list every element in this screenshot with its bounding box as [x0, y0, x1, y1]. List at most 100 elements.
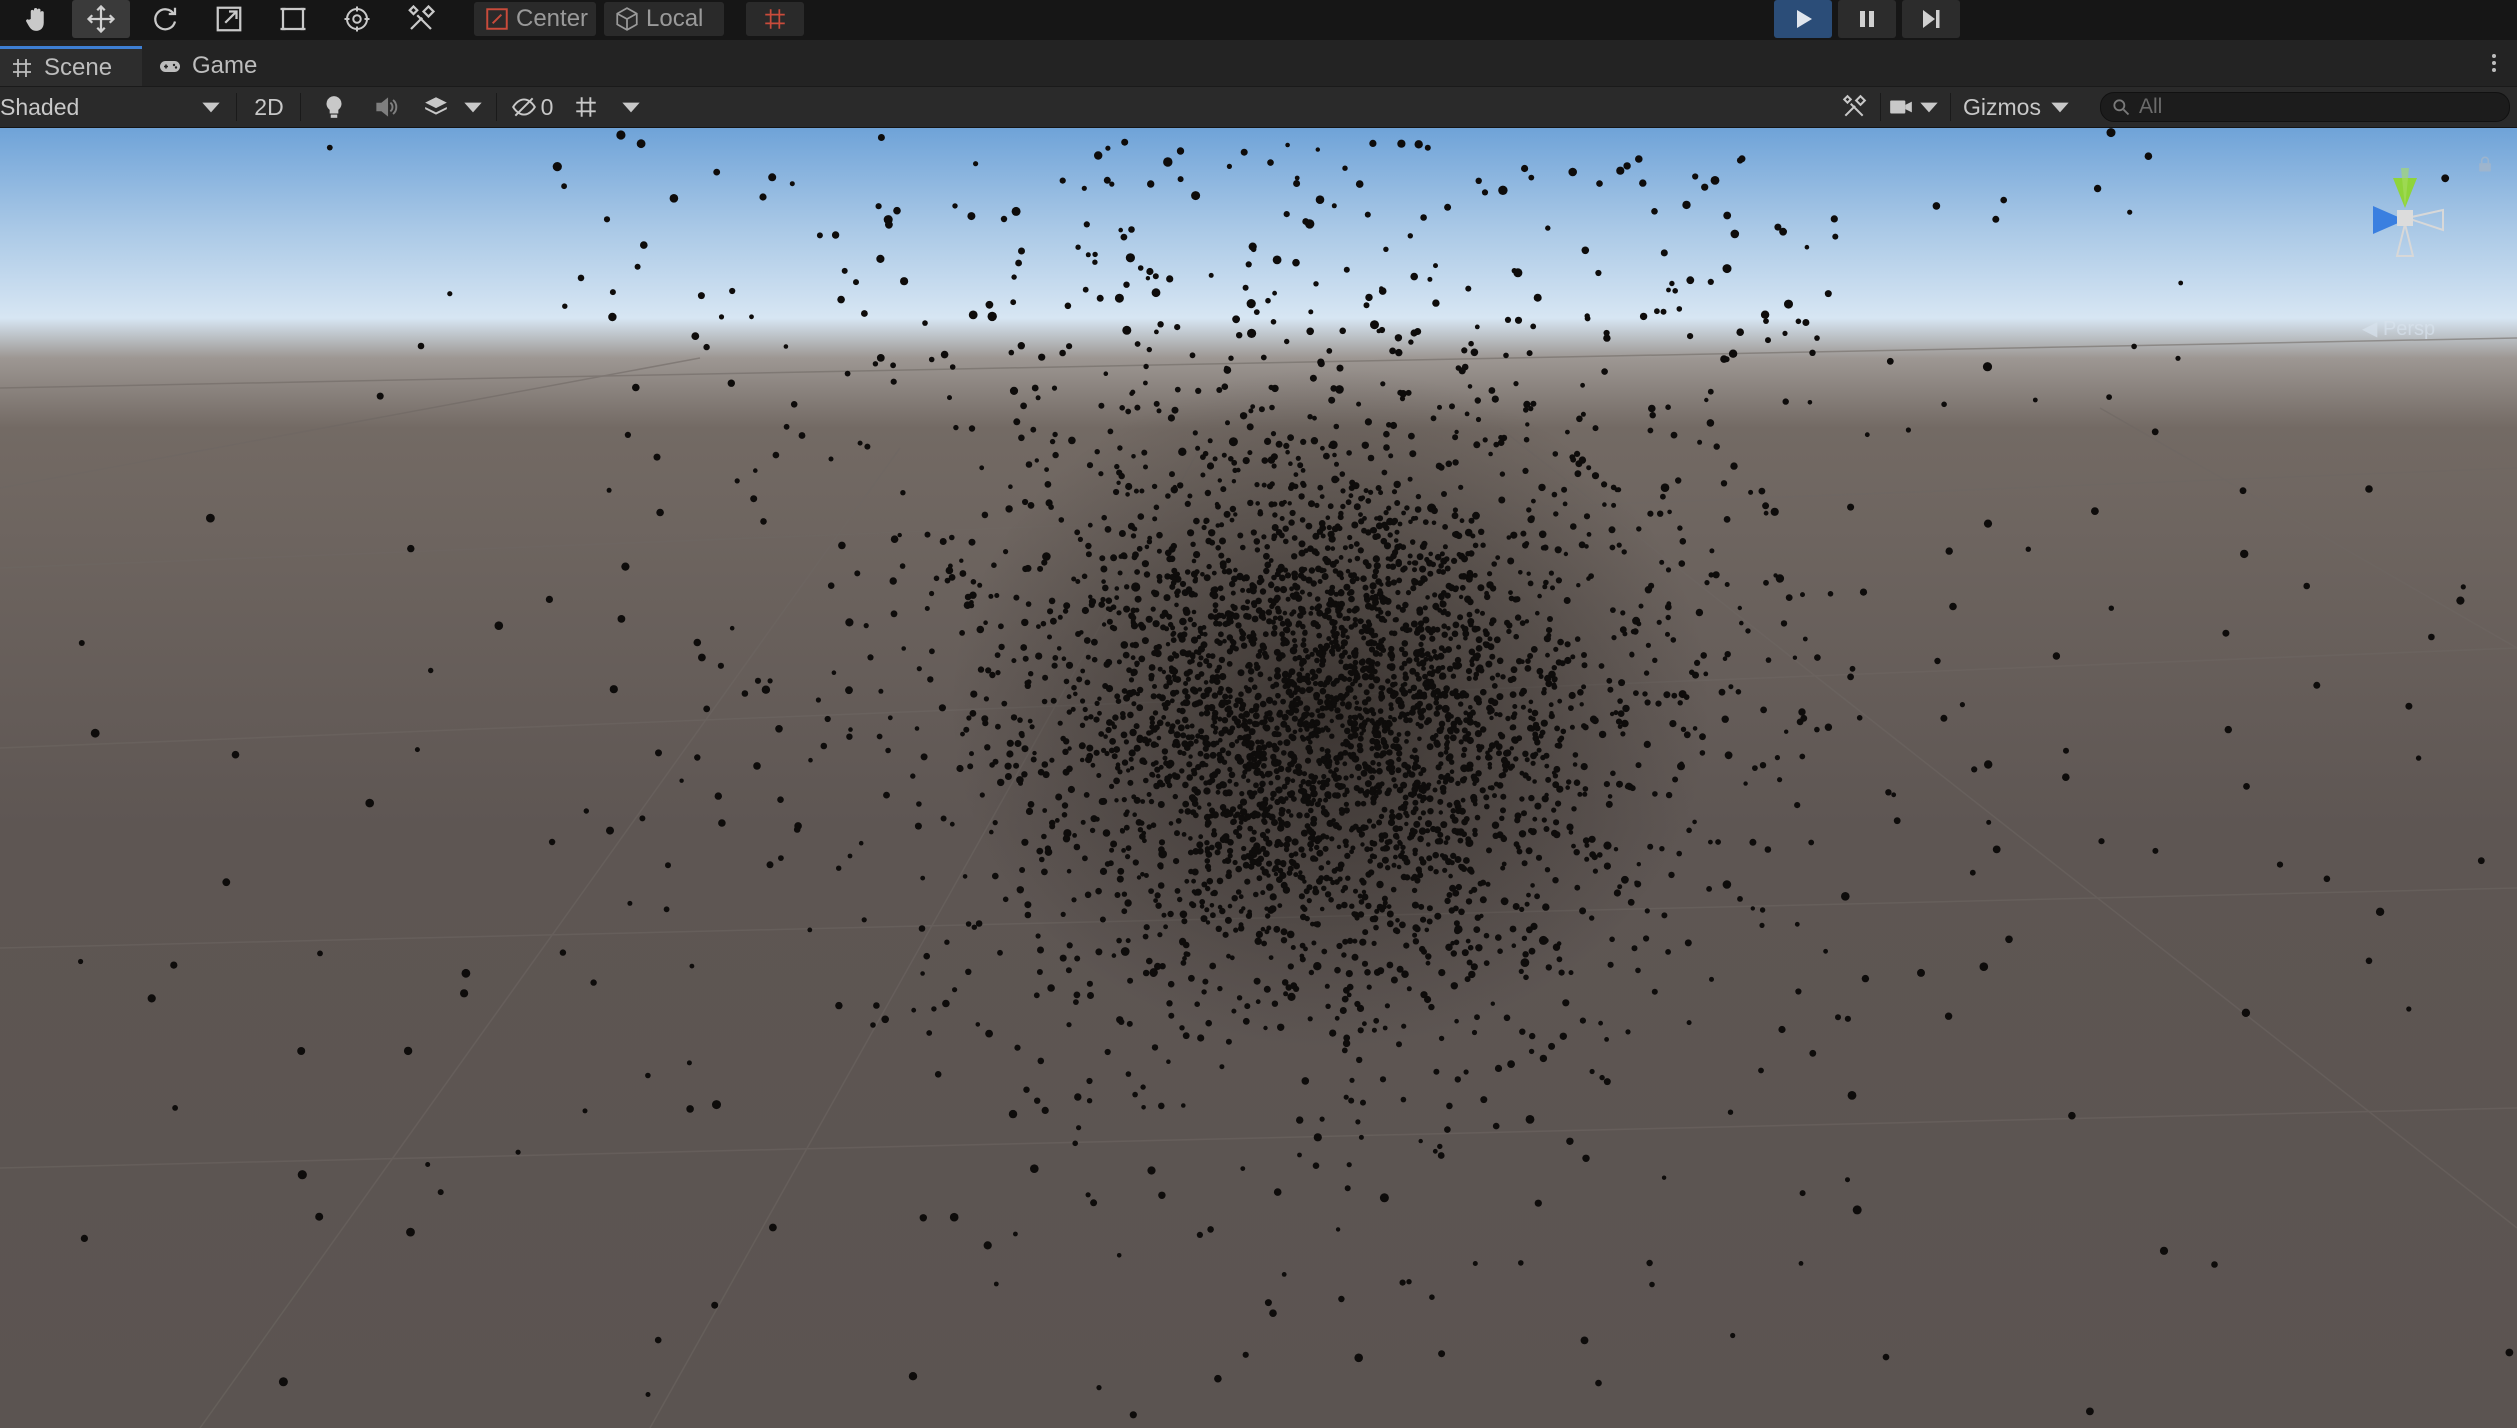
tools-toggle[interactable]: [1832, 90, 1876, 124]
scene-viewport[interactable]: ◀ Persp: [0, 128, 2517, 1428]
particle-sphere: [1173, 652, 1180, 659]
particle-sphere: [693, 638, 702, 647]
particle-sphere: [1238, 691, 1244, 697]
hidden-objects-toggle[interactable]: 0: [504, 90, 560, 124]
particle-sphere: [1401, 510, 1406, 516]
particle-sphere: [1246, 753, 1254, 761]
particle-sphere: [1386, 721, 1393, 728]
particle-sphere: [1110, 840, 1118, 848]
particle-sphere: [1042, 552, 1051, 561]
pause-button[interactable]: [1838, 0, 1896, 38]
particle-sphere: [1548, 713, 1555, 720]
particle-sphere: [1021, 771, 1028, 778]
rect-tool-button[interactable]: [264, 0, 322, 38]
window-menu-button[interactable]: [2480, 48, 2508, 78]
particle-sphere: [1329, 733, 1335, 739]
particle-sphere: [1375, 485, 1382, 491]
scale-tool-button[interactable]: [200, 0, 258, 38]
particle-sphere: [1132, 551, 1139, 559]
particle-sphere: [1780, 620, 1788, 627]
particle-sphere: [1700, 652, 1707, 659]
move-tool-button[interactable]: [72, 0, 130, 38]
particle-sphere: [1597, 852, 1603, 858]
particle-sphere: [1072, 1140, 1078, 1147]
particle-sphere: [1745, 628, 1751, 634]
particle-sphere: [1802, 319, 1810, 326]
grid-toggle[interactable]: [566, 90, 606, 124]
particle-sphere: [1417, 816, 1423, 821]
toggle-2d-button[interactable]: 2D: [246, 90, 292, 124]
pivot-center-button[interactable]: Center: [474, 2, 596, 36]
particle-sphere: [1613, 710, 1619, 716]
particle-sphere: [1198, 728, 1205, 735]
hand-tool-button[interactable]: [8, 0, 66, 38]
particle-sphere: [1027, 718, 1033, 724]
particle-sphere: [1552, 451, 1559, 457]
projection-label[interactable]: ◀ Persp: [2362, 316, 2435, 341]
particle-sphere: [1692, 726, 1698, 731]
particle-sphere: [1476, 747, 1483, 753]
particle-sphere: [1273, 1188, 1282, 1196]
particle-sphere: [1381, 856, 1389, 864]
play-button[interactable]: [1774, 0, 1832, 38]
particle-sphere: [1229, 806, 1237, 813]
step-button[interactable]: [1902, 0, 1960, 38]
particle-sphere: [1480, 726, 1487, 733]
particle-sphere: [1551, 676, 1558, 683]
orientation-gizmo[interactable]: [2335, 158, 2475, 298]
particle-sphere: [1243, 612, 1250, 620]
particle-sphere: [1401, 761, 1408, 769]
particle-sphere: [1770, 507, 1779, 516]
particle-sphere: [1428, 656, 1434, 662]
particle-sphere: [1119, 405, 1125, 411]
particle-sphere: [1807, 400, 1813, 405]
particle-sphere: [920, 753, 928, 761]
particle-sphere: [1610, 770, 1616, 777]
lighting-toggle[interactable]: [314, 90, 354, 124]
particle-sphere: [437, 1189, 444, 1196]
lock-icon[interactable]: [2475, 154, 2495, 174]
particle-sphere: [1142, 969, 1150, 977]
audio-toggle[interactable]: [366, 90, 406, 124]
rotate-tool-button[interactable]: [136, 0, 194, 38]
draw-mode-dropdown[interactable]: Shaded: [0, 90, 228, 124]
particle-sphere: [590, 979, 597, 986]
gizmos-dropdown[interactable]: Gizmos: [1954, 90, 2082, 124]
particle-sphere: [1412, 747, 1418, 754]
scene-search-field[interactable]: All: [2100, 92, 2510, 122]
particle-sphere: [1115, 698, 1122, 704]
pivot-space-button[interactable]: Local: [604, 2, 724, 36]
particle-sphere: [1243, 685, 1249, 690]
particle-sphere: [1126, 689, 1134, 698]
particle-sphere: [1433, 1068, 1440, 1075]
particle-sphere: [1274, 842, 1280, 849]
particle-sphere: [1219, 537, 1226, 545]
camera-dropdown[interactable]: [1886, 90, 1944, 124]
particle-sphere: [1125, 1071, 1132, 1077]
particle-sphere: [1579, 702, 1584, 707]
particle-sphere: [407, 544, 415, 553]
tab-game[interactable]: Game: [148, 46, 278, 86]
particle-sphere: [1041, 698, 1048, 705]
particle-sphere: [1381, 895, 1388, 902]
particle-sphere: [1253, 891, 1259, 898]
effects-dropdown[interactable]: [460, 90, 486, 124]
grid-snap-button[interactable]: [746, 2, 804, 36]
particle-sphere: [1509, 746, 1515, 751]
particle-sphere: [1238, 894, 1244, 900]
particle-sphere: [1291, 715, 1298, 722]
tab-scene[interactable]: Scene: [0, 46, 142, 86]
particle-sphere: [1808, 839, 1815, 846]
custom-tool-button[interactable]: [392, 0, 450, 38]
particle-sphere: [1114, 463, 1120, 470]
grid-dropdown[interactable]: [618, 90, 644, 124]
particle-sphere: [170, 961, 178, 969]
particle-sphere: [1283, 538, 1289, 545]
particle-sphere: [1444, 734, 1450, 741]
particle-sphere: [1444, 897, 1451, 905]
particle-sphere: [1067, 785, 1075, 794]
effects-toggle[interactable]: [416, 90, 456, 124]
particle-sphere: [1409, 450, 1417, 458]
particle-sphere: [1227, 903, 1233, 909]
transform-tool-button[interactable]: [328, 0, 386, 38]
